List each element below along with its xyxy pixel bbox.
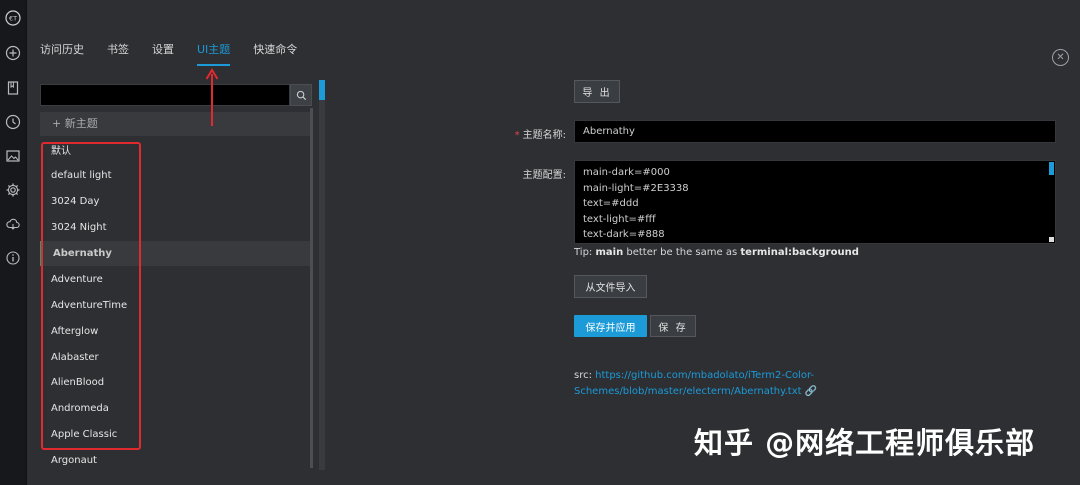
- theme-list: 默认 default light 3024 Day 3024 Night Abe…: [40, 137, 312, 474]
- plus-circle-icon[interactable]: [3, 43, 23, 63]
- theme-item-afterglow[interactable]: Afterglow: [40, 318, 312, 344]
- tab-quick-commands[interactable]: 快速命令: [253, 42, 297, 72]
- source-link[interactable]: https://github.com/mbadolato/iTerm2-Colo…: [574, 370, 814, 397]
- theme-item-apple-classic[interactable]: Apple Classic: [40, 422, 312, 448]
- resize-handle-icon[interactable]: [1049, 237, 1054, 242]
- clock-icon[interactable]: [3, 112, 23, 132]
- theme-item-adventuretime[interactable]: AdventureTime: [40, 292, 312, 318]
- theme-search-input[interactable]: [40, 84, 290, 106]
- logo-icon[interactable]: €T: [3, 8, 23, 28]
- cloud-sync-icon[interactable]: [3, 214, 23, 234]
- theme-item-default-light[interactable]: default light: [40, 163, 312, 189]
- config-line: text-light=#fff: [583, 213, 656, 225]
- config-line: main-dark=#000: [583, 167, 670, 178]
- theme-item-adventure[interactable]: Adventure: [40, 266, 312, 292]
- config-line: text=#ddd: [583, 198, 639, 209]
- close-icon[interactable]: ✕: [1052, 49, 1069, 66]
- theme-config-label: 主题配置:: [522, 170, 566, 181]
- settings-tabs: 访问历史 书签 设置 UI主题 快速命令: [40, 42, 320, 72]
- icon-rail: €T: [0, 0, 27, 485]
- external-link-icon[interactable]: 🔗: [802, 386, 817, 397]
- panel-scrollbar-thumb[interactable]: [319, 80, 325, 100]
- tab-bookmarks[interactable]: 书签: [107, 42, 129, 72]
- save-and-apply-button[interactable]: 保存并应用: [574, 315, 647, 337]
- image-icon[interactable]: [3, 146, 23, 166]
- bookmark-icon[interactable]: [3, 78, 23, 98]
- theme-name-input[interactable]: Abernathy: [574, 120, 1056, 143]
- theme-config-textarea[interactable]: main-dark=#000 main-light=#2E3338 text=#…: [574, 160, 1056, 244]
- theme-list-scrollbar[interactable]: [310, 108, 313, 468]
- config-tip: Tip: main better be the same as terminal…: [574, 247, 859, 258]
- theme-item-alabaster[interactable]: Alabaster: [40, 344, 312, 370]
- source-info: src: https://github.com/mbadolato/iTerm2…: [574, 370, 818, 397]
- config-scrollbar[interactable]: [1049, 162, 1054, 175]
- svg-text:€T: €T: [9, 15, 17, 23]
- theme-item-abernathy[interactable]: Abernathy: [40, 240, 312, 267]
- theme-item-alienblood[interactable]: AlienBlood: [40, 370, 312, 396]
- theme-item-andromeda[interactable]: Andromeda: [40, 396, 312, 422]
- tab-settings[interactable]: 设置: [152, 42, 174, 72]
- search-icon[interactable]: [290, 84, 312, 106]
- gear-icon[interactable]: [3, 180, 23, 200]
- info-icon[interactable]: [3, 248, 23, 268]
- config-line: text-dark=#888: [583, 229, 665, 240]
- save-button[interactable]: 保 存: [650, 315, 696, 337]
- tab-history[interactable]: 访问历史: [40, 42, 84, 72]
- watermark: 知乎 @网络工程师俱乐部: [694, 426, 1036, 460]
- export-button[interactable]: 导 出: [574, 80, 620, 103]
- theme-item-argonaut[interactable]: Argonaut: [40, 448, 312, 474]
- required-marker: *: [514, 130, 520, 141]
- config-line: main-light=#2E3338: [583, 182, 689, 194]
- import-from-file-button[interactable]: 从文件导入: [574, 275, 647, 298]
- theme-item-3024-day[interactable]: 3024 Day: [40, 189, 312, 215]
- new-theme-button[interactable]: + 新主题: [40, 112, 312, 136]
- panel-scrollbar[interactable]: [319, 80, 325, 470]
- annotation-arrow-icon: [205, 68, 219, 126]
- theme-name-label: * 主题名称:: [514, 130, 566, 141]
- theme-item-default[interactable]: 默认: [40, 137, 312, 163]
- theme-item-3024-night[interactable]: 3024 Night: [40, 215, 312, 241]
